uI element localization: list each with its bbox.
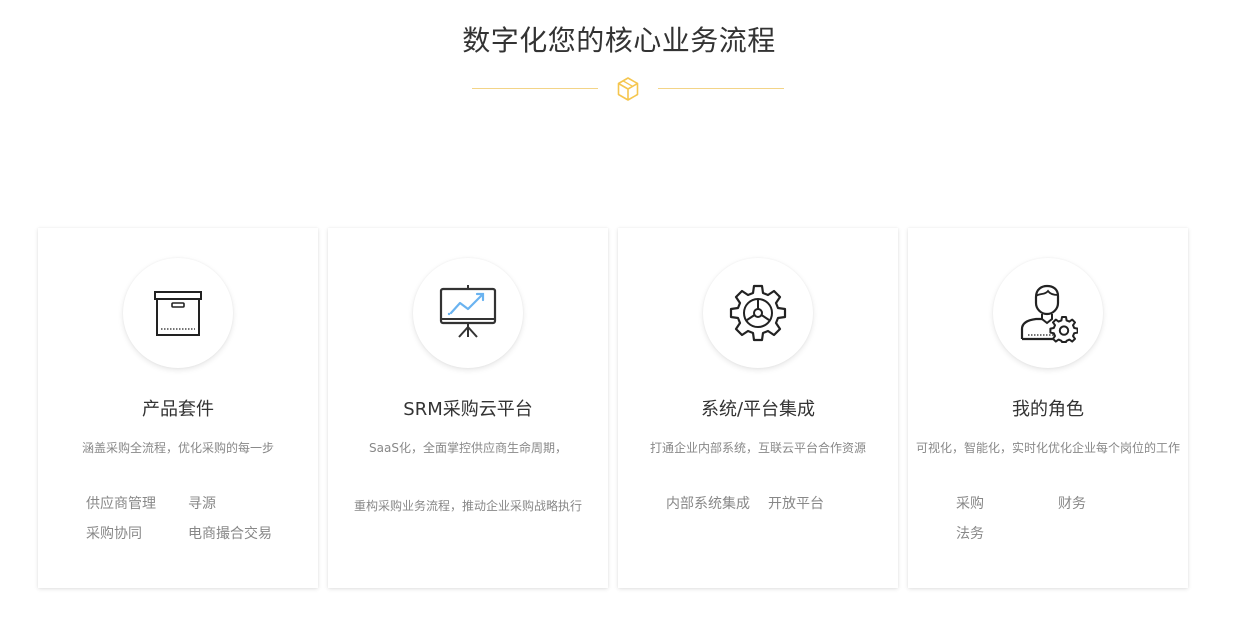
card-icon-circle [123, 258, 233, 368]
card-product-suite[interactable]: 产品套件 涵盖采购全流程，优化采购的每一步 供应商管理 寻源 采购协同 电商撮合… [38, 228, 318, 588]
link-finance[interactable]: 财务 [1058, 494, 1086, 514]
link-sourcing[interactable]: 寻源 [188, 494, 216, 514]
card-icon-circle [413, 258, 523, 368]
divider-line-left [472, 88, 598, 89]
gear-icon [729, 284, 787, 342]
section-title: 数字化您的核心业务流程 [462, 24, 776, 57]
link-internal-integration[interactable]: 内部系统集成 [666, 494, 750, 514]
card-system-integration[interactable]: 系统/平台集成 打通企业内部系统，互联云平台合作资源 内部系统集成 开放平台 [618, 228, 898, 588]
card-title: 我的角色 [1012, 399, 1084, 420]
link-legal[interactable]: 法务 [956, 524, 984, 544]
cube-icon [617, 77, 639, 101]
user-gear-icon [1020, 284, 1078, 343]
card-links: 内部系统集成 开放平台 [618, 494, 898, 564]
feature-cards: 产品套件 涵盖采购全流程，优化采购的每一步 供应商管理 寻源 采购协同 电商撮合… [38, 228, 1190, 588]
link-procurement[interactable]: 采购 [956, 494, 984, 514]
card-description: SaaS化，全面掌控供应商生命周期， [369, 441, 567, 455]
card-title: SRM采购云平台 [403, 399, 533, 420]
page: 数字化您的核心业务流程 产品套件 涵盖采购全流程，优化采购的每一步 供应商管理 … [0, 0, 1238, 619]
card-links: 供应商管理 寻源 采购协同 电商撮合交易 [38, 494, 318, 564]
title-divider [472, 72, 784, 106]
card-description: 可视化，智能化，实时化优化企业每个岗位的工作 [915, 441, 1180, 455]
card-my-role[interactable]: 我的角色 可视化，智能化，实时化优化企业每个岗位的工作 采购 财务 法务 [908, 228, 1188, 588]
card-description: 涵盖采购全流程，优化采购的每一步 [81, 441, 274, 455]
link-ecommerce-matching[interactable]: 电商撮合交易 [188, 524, 272, 544]
card-title: 系统/平台集成 [700, 399, 816, 420]
divider-line-right [658, 88, 784, 89]
card-srm-platform[interactable]: SRM采购云平台 SaaS化，全面掌控供应商生命周期， 重构采购业务流程，推动企… [328, 228, 608, 588]
card-icon-circle [993, 258, 1103, 368]
card-links: 采购 财务 法务 [908, 494, 1188, 564]
card-description: 打通企业内部系统，互联云平台合作资源 [649, 441, 866, 455]
archive-box-icon [154, 291, 202, 336]
card-description-line2: 重构采购业务流程，推动企业采购战略执行 [353, 499, 582, 513]
link-procurement-collaboration[interactable]: 采购协同 [86, 524, 142, 544]
presentation-chart-icon [439, 285, 497, 338]
card-title: 产品套件 [142, 399, 214, 420]
link-supplier-management[interactable]: 供应商管理 [86, 494, 156, 514]
link-open-platform[interactable]: 开放平台 [768, 494, 824, 514]
card-icon-circle [703, 258, 813, 368]
